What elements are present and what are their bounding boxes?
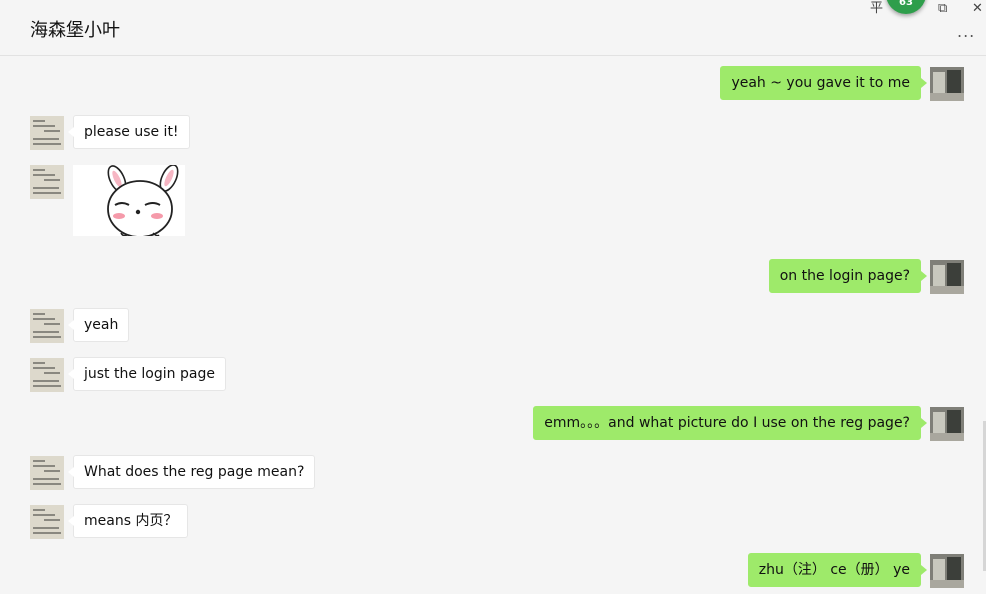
message-bubble-sent[interactable]: zhu（注） ce（册） ye — [747, 553, 928, 587]
message-bubble-sent[interactable]: emm。。。and what picture do I use on the r… — [533, 406, 927, 440]
contact-avatar[interactable] — [30, 309, 64, 343]
close-button[interactable]: ✕ — [972, 1, 983, 17]
message-bubble-sent[interactable]: yeah ~ you gave it to me — [720, 66, 927, 100]
my-avatar[interactable] — [930, 67, 964, 101]
pin-button[interactable]: 平 — [870, 1, 883, 17]
message-bubble-received[interactable]: just the login page — [68, 357, 226, 391]
message-bubble-received[interactable]: please use it! — [68, 115, 190, 149]
message-bubble-received[interactable]: yeah — [67, 308, 130, 342]
my-avatar[interactable] — [930, 260, 964, 294]
my-avatar[interactable] — [930, 407, 964, 441]
contact-avatar[interactable] — [30, 116, 64, 150]
message-bubble-received[interactable]: means 内页？ — [67, 504, 189, 538]
chat-header: 海森堡小叶 平 ⧉ ✕ ... — [0, 0, 986, 56]
chat-title: 海森堡小叶 — [30, 20, 120, 41]
bunny-sticker-icon — [107, 165, 179, 236]
restore-button[interactable]: ⧉ — [938, 1, 947, 17]
contact-avatar[interactable] — [30, 358, 64, 392]
contact-avatar[interactable] — [30, 165, 64, 199]
message-bubble-received[interactable]: What does the reg page mean? — [67, 455, 316, 489]
more-options-button[interactable]: ... — [957, 24, 975, 40]
message-list[interactable]: yeah ~ you gave it to me please use it! — [0, 56, 986, 594]
bunny-sticker[interactable] — [73, 165, 185, 236]
my-avatar[interactable] — [930, 554, 964, 588]
message-bubble-sent[interactable]: on the login page? — [768, 259, 928, 293]
contact-avatar[interactable] — [30, 505, 64, 539]
contact-avatar[interactable] — [30, 456, 64, 490]
